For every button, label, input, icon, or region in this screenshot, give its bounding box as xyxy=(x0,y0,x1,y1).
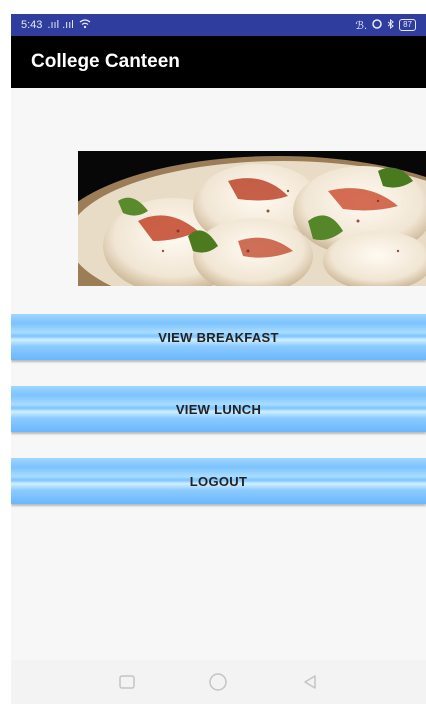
signal-icon: .ııl .ııl xyxy=(47,19,74,31)
logout-button[interactable]: LOGOUT xyxy=(11,458,426,504)
wifi-icon xyxy=(79,18,91,32)
app-screen: 5:43 .ııl .ııl ℬ. 87 College Canteen VIE… xyxy=(11,14,426,704)
navigation-bar xyxy=(11,660,426,704)
alarm-icon xyxy=(372,18,382,32)
bluetooth-icon xyxy=(387,18,394,32)
view-breakfast-label: VIEW BREAKFAST xyxy=(158,329,279,345)
view-lunch-button[interactable]: VIEW LUNCH xyxy=(11,386,426,432)
status-bar: 5:43 .ııl .ııl ℬ. 87 xyxy=(11,14,426,36)
view-lunch-label: VIEW LUNCH xyxy=(175,401,262,417)
app-toolbar: College Canteen xyxy=(11,36,426,88)
status-right: ℬ. 87 xyxy=(355,18,416,32)
battery-icon: 87 xyxy=(399,19,416,31)
view-breakfast-button[interactable]: VIEW BREAKFAST xyxy=(11,314,426,360)
logout-label: LOGOUT xyxy=(189,473,248,489)
status-left: 5:43 .ııl .ııl xyxy=(21,18,91,32)
status-right-text: ℬ. xyxy=(355,19,368,32)
page-title: College Canteen xyxy=(31,51,180,72)
food-image xyxy=(78,151,426,286)
status-time: 5:43 xyxy=(21,19,43,31)
home-icon[interactable] xyxy=(203,667,233,697)
recent-apps-icon[interactable] xyxy=(112,667,142,697)
back-icon[interactable] xyxy=(295,667,325,697)
